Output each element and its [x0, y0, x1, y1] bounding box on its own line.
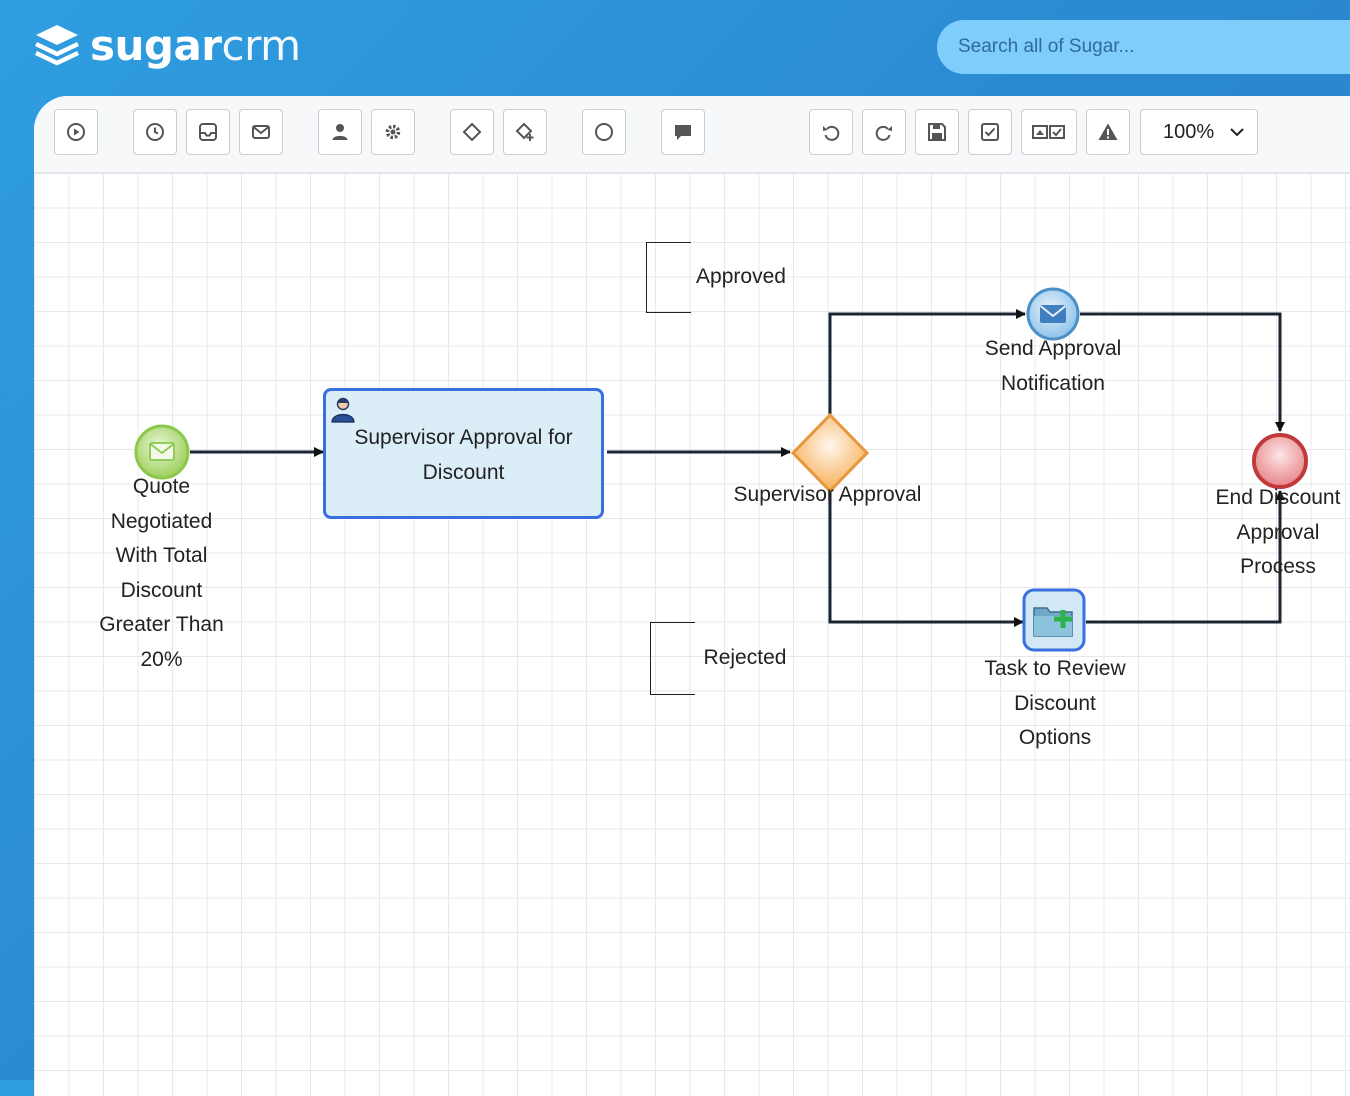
- user-icon: [331, 397, 355, 423]
- envelope-icon: [1039, 305, 1067, 323]
- receive-message-button[interactable]: [186, 109, 230, 155]
- envelope-icon: [149, 442, 175, 461]
- save-button[interactable]: [915, 109, 959, 155]
- annotation-approved-label: Approved: [696, 265, 786, 288]
- review-task-label: Task to Review Discount Options: [984, 657, 1126, 749]
- end-event-button[interactable]: [582, 109, 626, 155]
- chevron-down-icon: [1230, 128, 1244, 137]
- timer-event-button[interactable]: [133, 109, 177, 155]
- folder-add-icon: [1033, 607, 1073, 637]
- user-icon: [332, 124, 348, 140]
- annotation-approved[interactable]: [646, 242, 691, 313]
- user-task-button[interactable]: [318, 109, 362, 155]
- zoom-value: 100%: [1163, 120, 1215, 143]
- comment-button[interactable]: [661, 109, 705, 155]
- undo-icon: [823, 125, 840, 141]
- global-search-input[interactable]: [937, 20, 1350, 74]
- play-icon: [67, 123, 85, 141]
- undo-button[interactable]: [809, 109, 853, 155]
- toggle-validation-button[interactable]: [1021, 109, 1077, 155]
- sugarcrm-logo[interactable]: sugarcrm: [32, 22, 301, 70]
- sugarcrm-stack-icon: [35, 25, 79, 66]
- action-button[interactable]: [371, 109, 415, 155]
- diamond-icon: [462, 122, 482, 142]
- diagram-canvas[interactable]: Approved Rejected Quote Negotiated With …: [34, 173, 1350, 1096]
- task-to-review-discount[interactable]: [1022, 588, 1086, 652]
- gear-icon: [385, 124, 401, 140]
- start-event-button[interactable]: [54, 109, 98, 155]
- gateway-button[interactable]: [450, 109, 494, 155]
- annotation-rejected[interactable]: [650, 622, 695, 695]
- warnings-button[interactable]: [1086, 109, 1130, 155]
- parallel-gateway-button[interactable]: [503, 109, 547, 155]
- save-icon: [928, 123, 946, 141]
- supervisor-approval-task[interactable]: Supervisor Approval for Discount: [323, 388, 604, 519]
- annotation-rejected-label: Rejected: [703, 646, 787, 669]
- zoom-select[interactable]: 100%: [1140, 109, 1258, 155]
- validate-icon: [981, 123, 999, 141]
- task-label: Supervisor Approval for Discount: [354, 426, 573, 484]
- process-designer-panel: 100% Approved Rejected Quote Negotiated …: [34, 96, 1350, 1096]
- send-event-label: Send Approval Notification: [984, 337, 1122, 395]
- redo-button[interactable]: [862, 109, 906, 155]
- envelope-icon: [252, 125, 270, 139]
- clock-icon: [146, 123, 164, 141]
- diamond-add-icon: [515, 122, 534, 141]
- designer-toolbar: 100%: [34, 96, 1350, 173]
- toggle-icon: [1032, 125, 1065, 139]
- warning-icon: [1098, 123, 1118, 140]
- start-event-label: Quote Negotiated With Total Discount Gre…: [99, 475, 224, 671]
- end-event-label: End Discount Approval Process: [1215, 486, 1341, 578]
- comment-icon: [675, 125, 691, 140]
- redo-icon: [875, 125, 892, 141]
- gateway-label: Supervisor Approval: [733, 483, 922, 506]
- validate-button[interactable]: [968, 109, 1012, 155]
- logo-text: sugarcrm: [90, 21, 301, 70]
- send-message-button[interactable]: [239, 109, 283, 155]
- circle-icon: [595, 123, 613, 141]
- inbox-icon: [199, 123, 217, 141]
